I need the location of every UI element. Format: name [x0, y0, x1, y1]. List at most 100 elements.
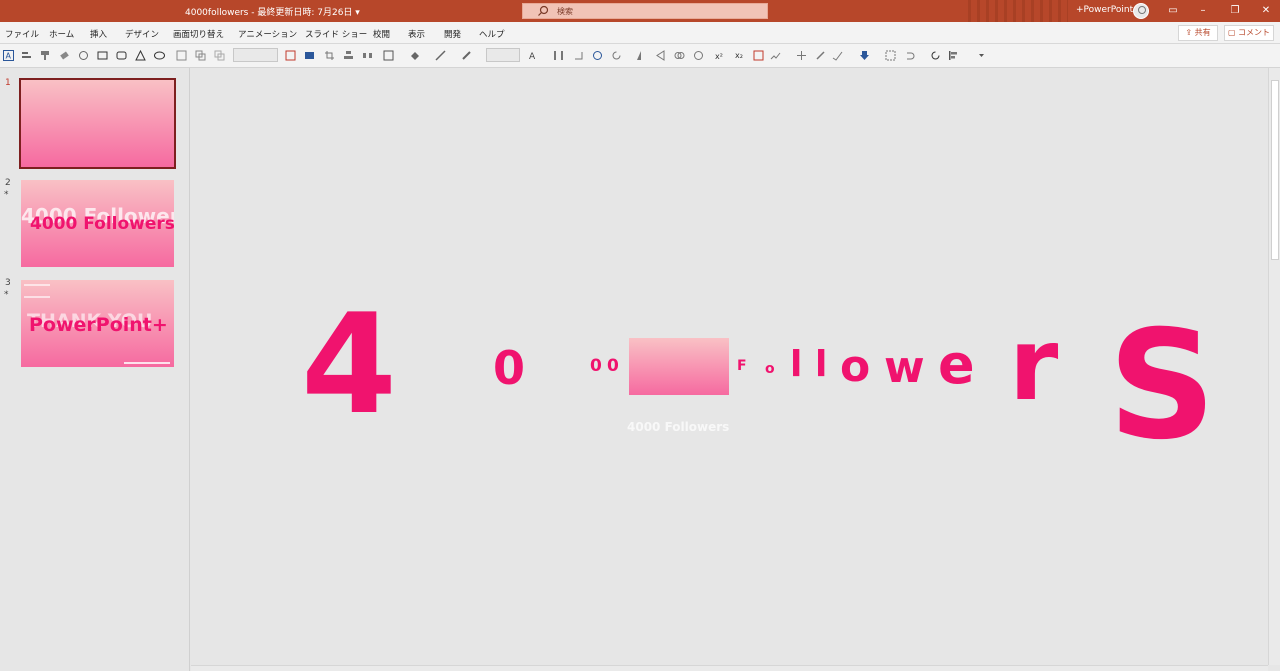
comment-label: コメント: [1238, 28, 1271, 37]
slide-thumbnail-1[interactable]: [19, 78, 176, 169]
slide-icon[interactable]: [285, 50, 296, 61]
tab-slideshow[interactable]: スライド ショー: [305, 28, 367, 40]
refresh-icon[interactable]: [611, 50, 622, 61]
comment-button[interactable]: ▢ コメント: [1224, 25, 1274, 41]
flip-icon[interactable]: [636, 50, 647, 61]
tab-design[interactable]: デザイン: [125, 28, 159, 40]
slide-title: PowerPoint+: [29, 314, 168, 336]
tab-home[interactable]: ホーム: [49, 28, 74, 40]
font-size-dropdown[interactable]: [233, 48, 278, 62]
letter-4[interactable]: 4: [301, 296, 397, 434]
tab-transitions[interactable]: 画面切り替え: [173, 28, 224, 40]
shape-outline-icon[interactable]: [383, 50, 394, 61]
account-avatar[interactable]: [1133, 3, 1149, 19]
text-box-icon[interactable]: A: [3, 50, 14, 61]
rotate-text-icon[interactable]: [573, 50, 584, 61]
minimize-icon[interactable]: –: [1195, 3, 1211, 19]
arrange-icon[interactable]: [195, 50, 206, 61]
slide-thumbnail-2[interactable]: 4000 Follower 4000 Followers: [21, 180, 174, 267]
eraser-icon[interactable]: [59, 50, 70, 61]
merge-shapes-icon[interactable]: [674, 50, 685, 61]
eyedropper-icon[interactable]: [815, 50, 826, 61]
intersect-icon[interactable]: [693, 50, 704, 61]
align-icon[interactable]: [21, 50, 32, 61]
triangle-icon[interactable]: [135, 50, 146, 61]
oval-icon[interactable]: [154, 50, 165, 61]
shape-fill-icon[interactable]: [78, 50, 89, 61]
tab-review[interactable]: 校閲: [373, 28, 390, 40]
selection-pane-icon[interactable]: [885, 50, 896, 61]
layout-icon[interactable]: [176, 50, 187, 61]
slide-thumbnail-3[interactable]: THANK YOU PowerPoint+: [21, 280, 174, 367]
line-weight-dropdown[interactable]: [486, 48, 520, 62]
letter-w[interactable]: w: [884, 346, 925, 390]
vertical-scrollbar[interactable]: [1268, 68, 1280, 665]
letter-o[interactable]: o: [765, 362, 775, 376]
search-box[interactable]: 検索: [522, 3, 768, 19]
letter-S[interactable]: S: [1108, 311, 1216, 461]
letter-0[interactable]: 0: [590, 358, 602, 375]
tab-developer[interactable]: 開発: [444, 28, 461, 40]
letter-0[interactable]: 0: [607, 358, 619, 375]
crop-icon[interactable]: [324, 50, 335, 61]
svg-text:x²: x²: [715, 52, 723, 61]
fill-color-icon[interactable]: [409, 50, 420, 61]
distribute-icon[interactable]: [362, 50, 373, 61]
change-picture-icon[interactable]: [770, 50, 781, 61]
slide-footer-text: [124, 362, 170, 364]
superscript-icon[interactable]: x²: [714, 50, 725, 61]
document-title[interactable]: 4000followers - 最終更新日時: 7月26日 ▾: [185, 5, 360, 18]
sync-icon[interactable]: [592, 50, 603, 61]
slide-editing-canvas[interactable]: 4 0 0 0 4000 Followers F o l l o w e r S: [191, 68, 1268, 665]
align-objects-icon[interactable]: [948, 50, 959, 61]
letter-e[interactable]: e: [938, 338, 975, 392]
tab-insert[interactable]: 挿入: [90, 28, 107, 40]
tab-view[interactable]: 表示: [408, 28, 425, 40]
horizontal-scrollbar[interactable]: [191, 665, 1268, 671]
spell-check-icon[interactable]: [832, 50, 843, 61]
slide-number: 2: [5, 178, 11, 188]
font-color-icon[interactable]: A: [528, 50, 539, 61]
restore-icon[interactable]: ❐: [1227, 3, 1243, 19]
titlebar-pattern: [968, 0, 1068, 22]
letter-l[interactable]: l: [790, 347, 802, 383]
share-icon: ⇪: [1185, 28, 1195, 37]
subscript-icon[interactable]: x₂: [734, 50, 745, 61]
customize-toolbar-icon[interactable]: [976, 50, 987, 61]
ribbon-tabs: ファイル ホーム 挿入 デザイン 画面切り替え アニメーション スライド ショー…: [0, 22, 1280, 44]
comment-icon: ▢: [1227, 28, 1239, 37]
move-down-icon[interactable]: [859, 50, 870, 61]
picture-icon[interactable]: [304, 50, 315, 61]
animation-marker: *: [4, 290, 9, 300]
letter-r[interactable]: r: [1009, 315, 1058, 415]
tab-help[interactable]: ヘルプ: [479, 28, 505, 40]
letter-0[interactable]: 0: [493, 345, 525, 391]
letter-l[interactable]: l: [815, 347, 827, 383]
group-icon[interactable]: [214, 50, 225, 61]
ribbon-display-icon[interactable]: ▭: [1165, 3, 1181, 19]
scrollbar-thumb[interactable]: [1271, 80, 1279, 260]
svg-text:A: A: [529, 52, 536, 61]
undo-icon[interactable]: [904, 50, 915, 61]
grid-icon[interactable]: [796, 50, 807, 61]
rectangle-icon[interactable]: [97, 50, 108, 61]
title-bar: 4000followers - 最終更新日時: 7月26日 ▾ 検索 +Powe…: [0, 0, 1280, 22]
tab-file[interactable]: ファイル: [5, 28, 39, 40]
picture-effects-icon[interactable]: [753, 50, 764, 61]
tab-animations[interactable]: アニメーション: [238, 28, 297, 40]
letter-o[interactable]: o: [840, 345, 870, 389]
slide-thumbnail-pane: 1 2 * 4000 Follower 4000 Followers 3 * T…: [0, 68, 190, 671]
mini-slide-image[interactable]: [629, 338, 729, 395]
redo-icon[interactable]: [930, 50, 941, 61]
line-color-icon[interactable]: [435, 50, 446, 61]
rounded-rectangle-icon[interactable]: [116, 50, 127, 61]
pen-icon[interactable]: [461, 50, 472, 61]
spacing-icon[interactable]: [553, 50, 564, 61]
close-icon[interactable]: ✕: [1258, 3, 1274, 19]
align-center-icon[interactable]: [343, 50, 354, 61]
letter-F[interactable]: F: [737, 359, 747, 373]
share-button[interactable]: ⇪ 共有: [1178, 25, 1218, 41]
arrow-left-icon[interactable]: [655, 50, 666, 61]
animation-marker: *: [4, 190, 9, 200]
format-painter-icon[interactable]: [40, 50, 51, 61]
